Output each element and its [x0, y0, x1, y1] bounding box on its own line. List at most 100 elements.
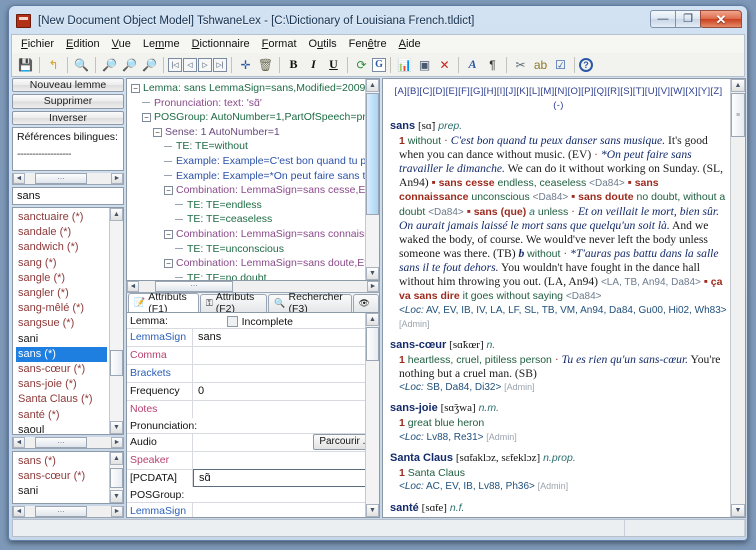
- lemma-list-item[interactable]: sandale (*): [16, 225, 123, 240]
- lemma-list-item[interactable]: sans (*): [16, 346, 107, 362]
- attribute-value-input[interactable]: [193, 347, 379, 364]
- hscroll-track[interactable]: ⋯: [25, 173, 111, 185]
- tree-node[interactable]: TE: TE=endless: [129, 198, 379, 213]
- scroll-up-icon[interactable]: ▲: [110, 452, 123, 466]
- scroll-down-icon[interactable]: ▼: [110, 421, 123, 435]
- nav-next-icon[interactable]: ▷: [198, 57, 212, 72]
- lemma-search-input[interactable]: sans: [12, 187, 124, 206]
- tree-node[interactable]: Example: Example=C'est bon quand tu peux…: [129, 154, 379, 169]
- incomplete-checkbox[interactable]: [226, 316, 238, 328]
- menu-item-format[interactable]: Format: [256, 36, 303, 52]
- font-style-icon[interactable]: A: [463, 55, 482, 74]
- dom-tree-view[interactable]: − Lemma: sans LemmaSign=sans,Modified=200…: [126, 78, 380, 281]
- scroll-left-icon[interactable]: ◄: [13, 506, 25, 517]
- attribute-value-input[interactable]: sans: [193, 329, 379, 346]
- tab-rechercher-f3[interactable]: 🔍 Rechercher (F3): [268, 291, 352, 315]
- attribute-value-input[interactable]: Parcourir ...: [193, 433, 379, 451]
- hscroll-track[interactable]: ⋯: [25, 506, 111, 517]
- menu-item-dictionnaire[interactable]: Dictionnaire: [186, 36, 256, 52]
- hscroll-thumb[interactable]: ⋯: [35, 506, 87, 517]
- lemma-list-item[interactable]: santé (*): [16, 408, 123, 423]
- tab-attributs-f1[interactable]: 📝 Attributs (F1): [128, 291, 199, 315]
- scroll-up-icon[interactable]: ▲: [366, 312, 379, 326]
- tree-node[interactable]: TE: TE=no doubt: [129, 271, 379, 280]
- attribute-value-input[interactable]: [193, 365, 379, 382]
- tree-node[interactable]: − Combination: LemmaSign=sans doute,Etymo…: [129, 256, 379, 271]
- attribute-value-input[interactable]: [193, 401, 379, 418]
- tree-collapse-icon[interactable]: −: [142, 112, 151, 122]
- tree-collapse-icon[interactable]: −: [164, 229, 173, 239]
- tree-node[interactable]: − Lemma: sans LemmaSign=sans,Modified=200…: [129, 81, 379, 96]
- tree-node[interactable]: TE: TE=ceaseless: [129, 212, 379, 227]
- incomplete-checkbox-group[interactable]: Incomplete: [226, 316, 293, 328]
- tree-vscrollbar[interactable]: ▲ ▼: [365, 79, 379, 280]
- lemma-list-hscrollbar[interactable]: ◄ ⋯ ►: [12, 437, 124, 450]
- lemma-list-item[interactable]: sandwich (*): [16, 240, 123, 255]
- scroll-left-icon[interactable]: ◄: [13, 173, 25, 185]
- new-lemma-button[interactable]: Nouveau lemme: [12, 78, 124, 93]
- zoom-in-icon[interactable]: 🔎: [120, 55, 139, 74]
- scroll-right-icon[interactable]: ►: [111, 506, 123, 517]
- checkbox-tool-icon[interactable]: ☑: [551, 55, 570, 74]
- tree-collapse-icon[interactable]: −: [164, 258, 173, 268]
- hscroll-thumb[interactable]: ⋯: [155, 280, 233, 292]
- hscroll-thumb[interactable]: ⋯: [35, 437, 87, 449]
- scroll-left-icon[interactable]: ◄: [127, 280, 139, 292]
- save-icon[interactable]: 💾: [16, 55, 35, 74]
- lemma-list-item[interactable]: sans-joie (*): [16, 377, 123, 392]
- secondary-lemma-item[interactable]: sans-cœur (*): [16, 469, 123, 484]
- lemma-list-item[interactable]: sani: [16, 332, 123, 347]
- hscroll-track[interactable]: ⋯: [139, 280, 367, 292]
- menu-item-vue[interactable]: Vue: [106, 36, 137, 52]
- attribute-value-input[interactable]: sɑ̃: [193, 468, 378, 487]
- lemma-list-item[interactable]: sangsue (*): [16, 316, 123, 331]
- secondary-lemma-list[interactable]: sans (*) sans-cœur (*) sani ▲ ▼: [12, 451, 124, 504]
- secondary-lemma-item[interactable]: sans (*): [16, 454, 123, 469]
- lemma-list-item[interactable]: sanctuaire (*): [16, 210, 123, 225]
- zoom-normal-icon[interactable]: 🔎: [100, 55, 119, 74]
- menu-item-fenêtre[interactable]: Fenêtre: [343, 36, 393, 52]
- close-button[interactable]: ✕: [700, 10, 742, 28]
- tree-node[interactable]: Example: Example=*On peut faire sans tra…: [129, 169, 379, 184]
- bilingual-hscrollbar[interactable]: ◄ ⋯ ►: [12, 173, 124, 186]
- scroll-right-icon[interactable]: ►: [111, 437, 123, 449]
- tree-hscrollbar[interactable]: ◄ ⋯ ►: [126, 280, 380, 293]
- undo-icon[interactable]: ↰: [44, 55, 63, 74]
- lemma-vscroll-thumb[interactable]: [110, 350, 123, 377]
- lemma-list[interactable]: sanctuaire (*) sandale (*) sandwich (*) san…: [12, 207, 124, 436]
- add-node-icon[interactable]: ✛: [236, 55, 255, 74]
- secondary-list-vscrollbar[interactable]: ▲ ▼: [109, 452, 123, 503]
- zoom-out-icon[interactable]: 🔎: [140, 55, 159, 74]
- preview-vscrollbar[interactable]: ▲ ≡ ▼: [730, 79, 745, 517]
- minimize-button[interactable]: —: [650, 10, 676, 28]
- italic-icon[interactable]: I: [304, 55, 323, 74]
- scroll-down-icon[interactable]: ▼: [731, 504, 745, 517]
- underline-icon[interactable]: U: [324, 55, 343, 74]
- menu-item-outils[interactable]: Outils: [303, 36, 343, 52]
- spellcheck-icon[interactable]: ab: [531, 55, 550, 74]
- tree-node[interactable]: − Sense: 1 AutoNumber=1: [129, 125, 379, 140]
- lemma-list-item[interactable]: sangler (*): [16, 286, 123, 301]
- lemma-list-item[interactable]: sang (*): [16, 256, 123, 271]
- find-binoculars-icon[interactable]: 🔍: [72, 55, 91, 74]
- attribute-value-input[interactable]: [193, 503, 379, 517]
- tree-collapse-icon[interactable]: −: [153, 127, 162, 137]
- hscroll-track[interactable]: ⋯: [25, 437, 111, 449]
- hscroll-thumb[interactable]: ⋯: [35, 173, 87, 185]
- invert-button[interactable]: Inverser: [12, 110, 124, 125]
- lemma-list-item[interactable]: sangle (*): [16, 271, 123, 286]
- lemma-list-item[interactable]: Santa Claus (*): [16, 392, 123, 407]
- dictionary-preview[interactable]: [A][B][C][D][E][F][G][H][I][J][K][L][M][…: [382, 78, 746, 518]
- tree-vscroll-thumb[interactable]: [366, 93, 379, 215]
- bold-icon[interactable]: B: [284, 55, 303, 74]
- tree-collapse-icon[interactable]: −: [131, 83, 140, 93]
- lemma-list-item[interactable]: sans-cœur (*): [16, 362, 123, 377]
- attributes-panel[interactable]: Incomplete Lemma: LemmaSign sans Comma Brack…: [126, 311, 380, 518]
- tree-node[interactable]: − Combination: LemmaSign=sans connaissanc…: [129, 227, 379, 242]
- tab-preview[interactable]: 👁: [352, 293, 379, 312]
- lemma-list-item[interactable]: saoul: [16, 423, 123, 434]
- nav-last-icon[interactable]: ▷|: [213, 57, 227, 72]
- scroll-up-icon[interactable]: ▲: [110, 208, 123, 222]
- tree-node[interactable]: − POSGroup: AutoNumber=1,PartOfSpeech=pre…: [129, 110, 379, 125]
- tree-node[interactable]: TE: TE=without: [129, 139, 379, 154]
